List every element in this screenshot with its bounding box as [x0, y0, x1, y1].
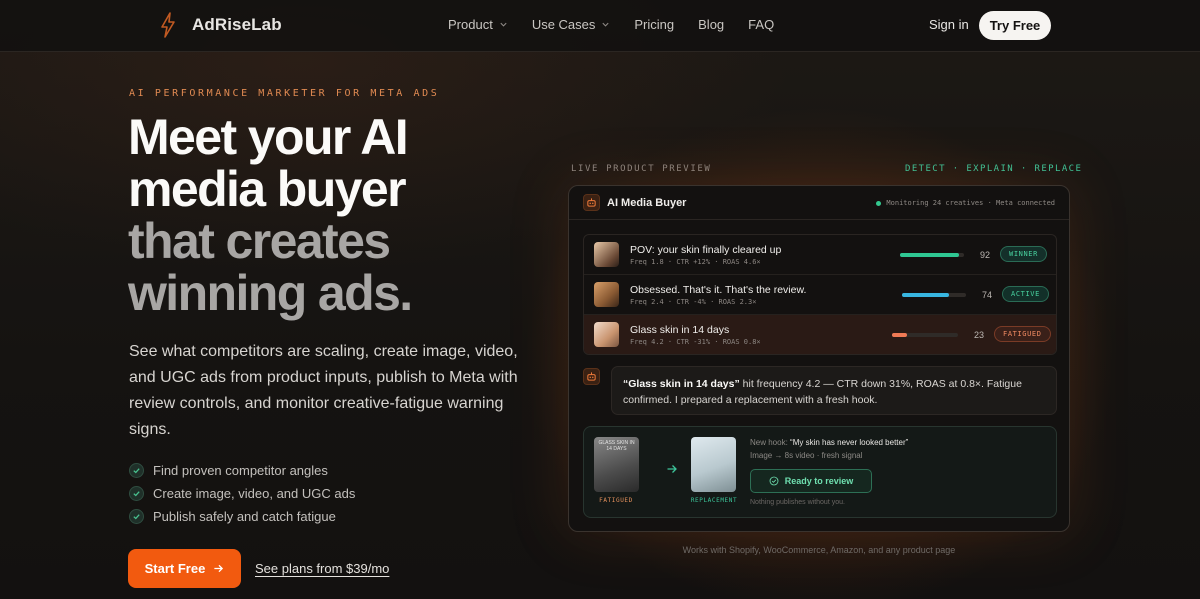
- monitoring-status-text: Monitoring 24 creatives · Meta connected: [886, 199, 1055, 207]
- feature-item-label: Publish safely and catch fatigue: [153, 509, 336, 524]
- fatigued-creative-image: GLASS SKIN IN 14 DAYS: [594, 437, 639, 492]
- nav-item-label: Blog: [698, 17, 725, 32]
- creative-thumbnail: [594, 322, 619, 347]
- arrow-right-icon: [214, 564, 224, 573]
- integrations-note: Works with Shopify, WooCommerce, Amazon,…: [682, 545, 956, 555]
- score-bar: [892, 333, 958, 337]
- score-bar-fill: [892, 333, 908, 337]
- new-hook: New hook: “My skin has never looked bett…: [750, 438, 908, 447]
- nav-item-product[interactable]: Product: [448, 17, 508, 32]
- message-highlight: “Glass skin in 14 days”: [623, 378, 740, 390]
- robot-icon: [583, 194, 600, 211]
- ai-media-buyer-panel: AI Media Buyer Monitoring 24 creatives ·…: [568, 185, 1070, 532]
- lightning-logo-icon: [161, 12, 175, 38]
- logo-text: AdRiseLab: [192, 15, 282, 34]
- status-badge: FATIGUED: [994, 326, 1051, 342]
- replacement-creative-image: [691, 437, 736, 492]
- ready-to-review-button[interactable]: Ready to review: [750, 469, 872, 493]
- headline-line-1: Meet your AI: [128, 109, 409, 165]
- check-circle-icon: [769, 476, 779, 486]
- new-hook-text: “My skin has never looked better”: [790, 438, 909, 447]
- score-bar-fill: [900, 253, 959, 257]
- feature-item: Publish safely and catch fatigue: [129, 505, 355, 528]
- top-nav: AdRiseLab Product Use Cases Pricing Blog…: [0, 0, 1200, 52]
- headline-line-2: media buyer: [128, 161, 407, 217]
- nav-item-label: Product: [448, 17, 493, 32]
- fatigued-image-caption: GLASS SKIN IN 14 DAYS: [598, 440, 635, 452]
- creative-metrics: Freq 1.8 · CTR +12% · ROAS 4.6×: [630, 258, 761, 266]
- feature-checklist: Find proven competitor angles Create ima…: [129, 459, 355, 528]
- nav-item-blog[interactable]: Blog: [698, 17, 724, 32]
- score-bar: [900, 253, 964, 257]
- monitoring-status: Monitoring 24 creatives · Meta connected: [876, 199, 1055, 207]
- panel-header: AI Media Buyer Monitoring 24 creatives ·…: [569, 186, 1069, 220]
- approval-note: Nothing publishes without you.: [750, 499, 845, 506]
- status-dot-icon: [876, 200, 882, 206]
- start-free-label: Start Free: [144, 561, 206, 576]
- preview-steps: DETECT · EXPLAIN · REPLACE: [905, 164, 1083, 174]
- replacement-card: GLASS SKIN IN 14 DAYS FATIGUED REPLACEME…: [583, 426, 1057, 518]
- creative-row[interactable]: Obsessed. That's it. That's the review. …: [584, 275, 1056, 315]
- arrow-right-icon: [667, 465, 677, 473]
- creative-title: Obsessed. That's it. That's the review.: [630, 284, 807, 296]
- creative-thumbnail: [594, 282, 619, 307]
- nav-item-pricing[interactable]: Pricing: [634, 17, 674, 32]
- start-free-button[interactable]: Start Free: [128, 549, 241, 588]
- nav-item-label: FAQ: [748, 17, 775, 32]
- assistant-message: “Glass skin in 14 days” hit frequency 4.…: [611, 366, 1057, 415]
- nav-item-label: Pricing: [634, 17, 675, 32]
- panel-title: AI Media Buyer: [607, 197, 687, 209]
- nav-links: Product Use Cases Pricing Blog FAQ: [448, 17, 774, 32]
- nav-item-label: Use Cases: [531, 17, 596, 32]
- hero-lead: See what competitors are scaling, create…: [129, 343, 518, 438]
- new-hook-meta: Image → 8s video · fresh signal: [750, 451, 863, 460]
- creative-metrics: Freq 4.2 · CTR -31% · ROAS 0.8×: [630, 338, 761, 346]
- creative-score: 74: [982, 290, 993, 300]
- headline-line-3: that creates: [128, 213, 391, 269]
- preview-label: LIVE PRODUCT PREVIEW: [571, 164, 712, 174]
- status-badge: WINNER: [1000, 246, 1047, 262]
- check-icon: [129, 463, 144, 478]
- see-plans-link[interactable]: See plans from $39/mo: [255, 561, 389, 576]
- robot-icon: [583, 368, 600, 385]
- feature-item: Find proven competitor angles: [129, 459, 355, 482]
- replacement-caption: REPLACEMENT: [690, 497, 738, 504]
- creative-row[interactable]: Glass skin in 14 days Freq 4.2 · CTR -31…: [584, 315, 1056, 354]
- feature-item: Create image, video, and UGC ads: [129, 482, 355, 505]
- headline-line-4: winning ads.: [128, 265, 413, 321]
- creative-thumbnail: [594, 242, 619, 267]
- logo[interactable]: AdRiseLab: [158, 12, 282, 38]
- creative-title: Glass skin in 14 days: [630, 324, 730, 336]
- feature-item-label: Create image, video, and UGC ads: [153, 486, 356, 501]
- fatigued-caption: FATIGUED: [599, 497, 633, 504]
- chevron-down-icon: [500, 22, 507, 27]
- creatives-list: POV: your skin finally cleared up Freq 1…: [583, 234, 1057, 355]
- check-icon: [129, 509, 144, 524]
- sign-in-link[interactable]: Sign in: [929, 17, 969, 32]
- creative-score: 92: [980, 250, 991, 260]
- hero-eyebrow: AI PERFORMANCE MARKETER FOR META ADS: [129, 88, 440, 99]
- creative-row[interactable]: POV: your skin finally cleared up Freq 1…: [584, 235, 1056, 275]
- try-free-button[interactable]: Try Free: [979, 11, 1051, 40]
- feature-item-label: Find proven competitor angles: [153, 463, 328, 478]
- hero-headline: Meet your AI media buyer that creates wi…: [128, 109, 413, 321]
- creative-metrics: Freq 2.4 · CTR -4% · ROAS 2.3×: [630, 298, 757, 306]
- check-icon: [129, 486, 144, 501]
- score-bar: [902, 293, 966, 297]
- nav-item-faq[interactable]: FAQ: [748, 17, 774, 32]
- chevron-down-icon: [602, 22, 609, 27]
- new-hook-prefix: New hook:: [750, 438, 791, 447]
- score-bar-fill: [902, 293, 950, 297]
- ready-to-review-label: Ready to review: [784, 476, 854, 486]
- status-badge: ACTIVE: [1002, 286, 1049, 302]
- nav-item-use-cases[interactable]: Use Cases: [532, 17, 611, 32]
- creative-title: POV: your skin finally cleared up: [630, 244, 782, 256]
- creative-score: 23: [974, 330, 985, 340]
